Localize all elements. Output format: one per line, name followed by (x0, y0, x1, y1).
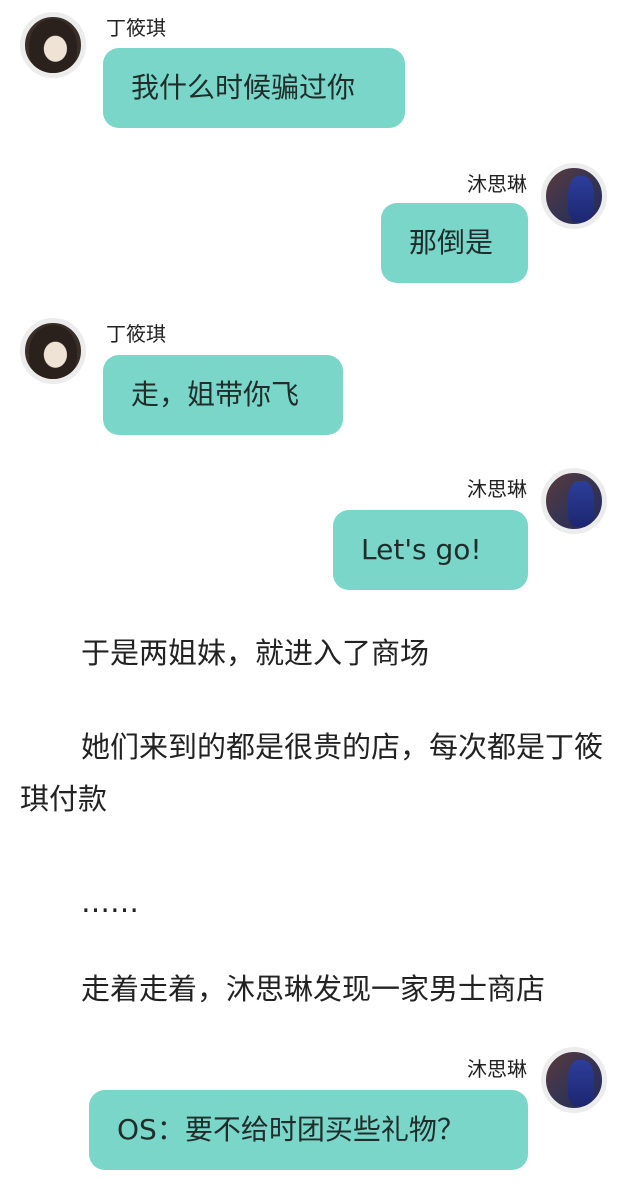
narration-paragraph: 她们来到的都是很贵的店，每次都是丁筱琪付款 (20, 730, 604, 816)
narration-paragraph: …… (81, 885, 139, 919)
girl-portrait-avatar[interactable] (20, 318, 86, 384)
narration-paragraph: 于是两姐妹，就进入了商场 (81, 636, 430, 670)
sender-name: 沐思琳 (467, 172, 527, 196)
message-bubble[interactable]: 那倒是 (381, 203, 528, 283)
message-bubble[interactable]: 我什么时候骗过你 (103, 48, 405, 128)
blue-figure-avatar[interactable] (541, 163, 607, 229)
girl-portrait-avatar[interactable] (20, 12, 86, 78)
blue-figure-avatar[interactable] (541, 1047, 607, 1113)
sender-name: 丁筱琪 (106, 322, 166, 346)
sender-name: 丁筱琪 (106, 16, 166, 40)
sender-name: 沐思琳 (467, 477, 527, 501)
blue-figure-avatar[interactable] (541, 468, 607, 534)
narration-paragraph: 走着走着，沐思琳发现一家男士商店 (81, 972, 546, 1006)
message-bubble[interactable]: Let's go! (333, 510, 528, 590)
message-bubble[interactable]: 走，姐带你飞 (103, 355, 343, 435)
sender-name: 沐思琳 (467, 1057, 527, 1081)
message-bubble[interactable]: OS：要不给时团买些礼物？ (89, 1090, 528, 1170)
